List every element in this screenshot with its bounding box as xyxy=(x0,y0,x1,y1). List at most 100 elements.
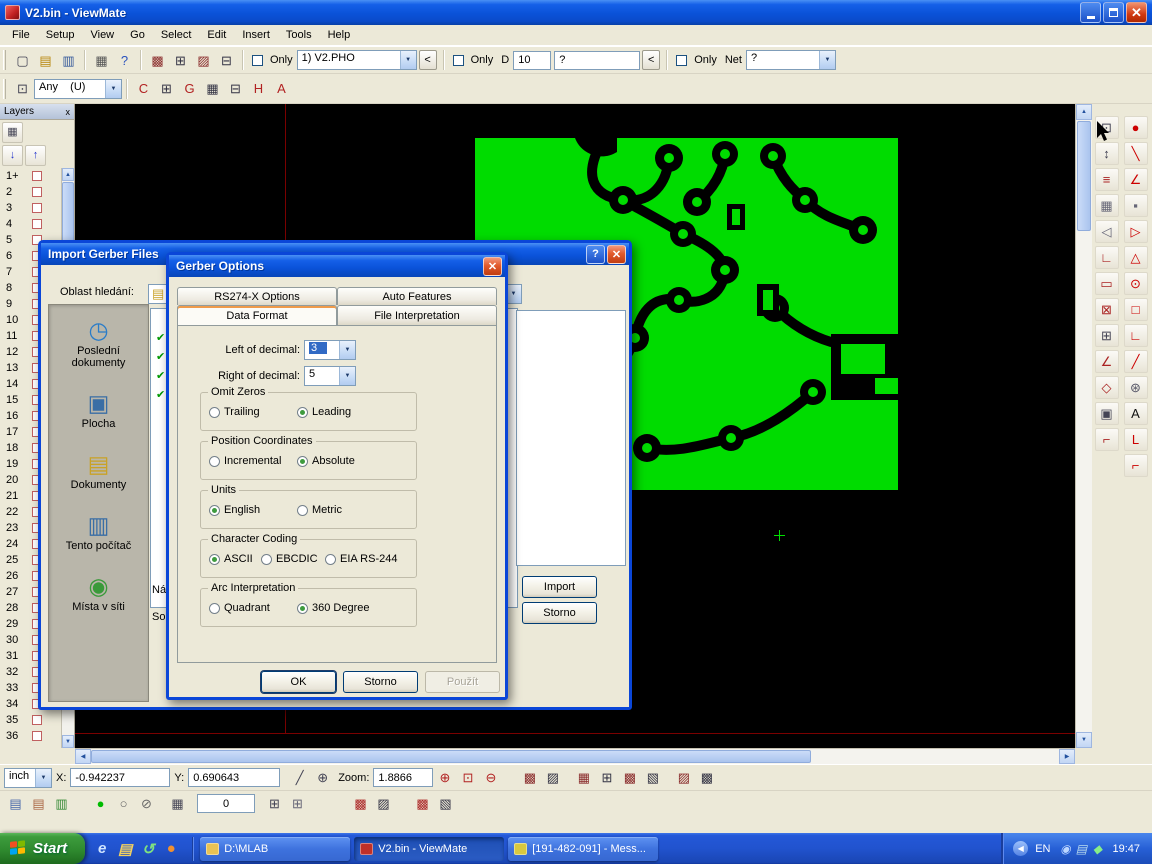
menu-tools[interactable]: Tools xyxy=(278,27,320,43)
pads-dark-icon[interactable]: ▧ xyxy=(641,767,664,789)
dcode-status-field[interactable]: 0 xyxy=(197,794,255,813)
group-select-icon[interactable]: G xyxy=(178,78,201,100)
scrollbar-thumb[interactable] xyxy=(91,750,811,763)
radio-quadrant[interactable]: Quadrant xyxy=(209,602,270,614)
close-button[interactable]: ✕ xyxy=(1126,2,1147,23)
radio-leading-icon[interactable] xyxy=(297,407,308,418)
vertical-scrollbar[interactable]: ▲ ▼ xyxy=(1075,104,1092,748)
small-square-icon[interactable]: ▪ xyxy=(1124,194,1148,217)
cancel-button[interactable]: Storno xyxy=(522,602,597,624)
scroll-up-icon[interactable]: ▲ xyxy=(62,168,74,181)
pad-icon[interactable]: ▣ xyxy=(1095,402,1119,425)
print-icon[interactable]: ▦ xyxy=(90,49,113,71)
chevron-down-icon[interactable]: ▼ xyxy=(35,769,51,787)
maximize-button[interactable] xyxy=(1103,2,1124,23)
refresh-icon[interactable]: ↺ xyxy=(139,840,157,858)
layer-move-icon[interactable]: ▤ xyxy=(27,793,50,815)
origin-icon[interactable]: ⊕ xyxy=(311,767,334,789)
layer-row[interactable]: 4 xyxy=(0,216,62,232)
scrollbar-thumb[interactable] xyxy=(1077,121,1091,231)
radio-360-degree-icon[interactable] xyxy=(297,603,308,614)
scroll-down-icon[interactable]: ▼ xyxy=(62,735,74,748)
grid-toggle-icon[interactable]: ▦ xyxy=(166,793,189,815)
select-traces-icon[interactable]: ⊞ xyxy=(169,49,192,71)
y-coordinate-field[interactable]: 0.690643 xyxy=(188,768,280,787)
measure-lines-icon[interactable]: ≡ xyxy=(1095,168,1119,191)
aperture-dark-icon[interactable]: ▧ xyxy=(434,793,457,815)
prev-file-button[interactable]: < xyxy=(419,50,437,70)
dcode-filter-input[interactable]: ? xyxy=(554,51,640,70)
chevron-down-icon[interactable]: ▼ xyxy=(339,341,355,359)
highlight-icon[interactable]: ▨ xyxy=(192,49,215,71)
radio-360-degree[interactable]: 360 Degree xyxy=(297,602,370,614)
layer-35-visibility-checkbox[interactable] xyxy=(32,715,42,725)
layers-close-icon[interactable]: x xyxy=(66,107,71,117)
rect-outline-icon[interactable]: □ xyxy=(1124,298,1148,321)
task-d-mlab[interactable]: D:\MLAB xyxy=(200,837,350,861)
zoom-out-icon[interactable]: ⊖ xyxy=(479,767,502,789)
menu-go[interactable]: Go xyxy=(122,27,153,43)
l-shape-icon[interactable]: L xyxy=(1124,428,1148,451)
dialog-close-button[interactable]: ✕ xyxy=(483,257,502,276)
angle-draw-icon[interactable]: ∠ xyxy=(1124,168,1148,191)
fill-icon[interactable]: ▦ xyxy=(1095,194,1119,217)
horizontal-scrollbar[interactable]: ◀ ▶ xyxy=(75,748,1075,764)
zoom-field[interactable]: 1.8866 xyxy=(373,768,433,787)
place-dokumenty[interactable]: ▤Dokumenty xyxy=(51,451,146,491)
scrollbar-thumb[interactable] xyxy=(62,182,74,246)
menu-select[interactable]: Select xyxy=(153,27,200,43)
cancel-button[interactable]: Storno xyxy=(343,671,418,693)
dcode-red-icon[interactable]: ▩ xyxy=(349,793,372,815)
prev-dcode-button[interactable]: < xyxy=(642,50,660,70)
layer-4-visibility-checkbox[interactable] xyxy=(32,219,42,229)
angle-icon[interactable]: ∟ xyxy=(1095,246,1119,269)
wedge-icon[interactable]: ∟ xyxy=(1124,324,1148,347)
layers-view-icon[interactable]: ▩ xyxy=(695,767,718,789)
radio-quadrant-icon[interactable] xyxy=(209,603,220,614)
minimize-button[interactable] xyxy=(1080,2,1101,23)
dots-grid2-icon[interactable]: ⊞ xyxy=(286,793,309,815)
layer-row[interactable]: 1+ xyxy=(0,168,62,184)
zoom-window-icon[interactable]: ⊡ xyxy=(456,767,479,789)
flash-icon[interactable]: ⊟ xyxy=(215,49,238,71)
diamond-icon[interactable]: ◇ xyxy=(1095,376,1119,399)
radio-ebcdic-icon[interactable] xyxy=(261,554,272,565)
zoom-in-icon[interactable]: ⊕ xyxy=(433,767,456,789)
task-191-482-091-mess[interactable]: [191-482-091] - Mess... xyxy=(508,837,658,861)
radio-ascii[interactable]: ASCII xyxy=(209,553,253,565)
scroll-up-icon[interactable]: ▲ xyxy=(1076,104,1092,120)
radio-eia-rs-244-icon[interactable] xyxy=(325,554,336,565)
dialog-help-button[interactable]: ? xyxy=(586,245,605,264)
grid-snap-icon[interactable]: ⊞ xyxy=(1095,324,1119,347)
chevron-down-icon[interactable]: ▼ xyxy=(400,51,416,69)
mask-icon[interactable]: ▨ xyxy=(672,767,695,789)
active-led-icon[interactable]: ● xyxy=(89,793,112,815)
h-select-icon[interactable]: H xyxy=(247,78,270,100)
line-draw-icon[interactable]: ╲ xyxy=(1124,142,1148,165)
layer-row[interactable]: 3 xyxy=(0,200,62,216)
flip-icon[interactable]: ◁ xyxy=(1095,220,1119,243)
radio-trailing[interactable]: Trailing xyxy=(209,406,260,418)
lamp-off-icon[interactable]: ○ xyxy=(112,793,135,815)
only-file-checkbox[interactable] xyxy=(252,55,263,66)
tab-rs274-x-options[interactable]: RS274-X Options xyxy=(177,287,337,305)
radio-leading[interactable]: Leading xyxy=(297,406,351,418)
menu-file[interactable]: File xyxy=(4,27,38,43)
toolbar-grip[interactable] xyxy=(3,79,6,99)
radio-absolute-icon[interactable] xyxy=(297,456,308,467)
task-v2-bin-viewmate[interactable]: V2.bin - ViewMate xyxy=(354,837,504,861)
rows-select-icon[interactable]: ⊟ xyxy=(224,78,247,100)
grid-dots-icon[interactable]: ▦ xyxy=(572,767,595,789)
star-icon[interactable]: ⊛ xyxy=(1124,376,1148,399)
text-select-icon[interactable]: A xyxy=(270,78,293,100)
tab-data-format[interactable]: Data Format xyxy=(177,305,337,325)
dialog-close-button[interactable]: ✕ xyxy=(607,245,626,264)
layer-36-visibility-checkbox[interactable] xyxy=(32,731,42,741)
dcode-input[interactable]: 10 xyxy=(513,51,551,70)
arrow-draw-icon[interactable]: ▷ xyxy=(1124,220,1148,243)
hook-icon[interactable]: ⌐ xyxy=(1124,454,1148,477)
grid-select-icon[interactable]: ▦ xyxy=(201,78,224,100)
radio-metric[interactable]: Metric xyxy=(297,504,342,516)
layer-copy-icon[interactable]: ▤ xyxy=(4,793,27,815)
radio-trailing-icon[interactable] xyxy=(209,407,220,418)
